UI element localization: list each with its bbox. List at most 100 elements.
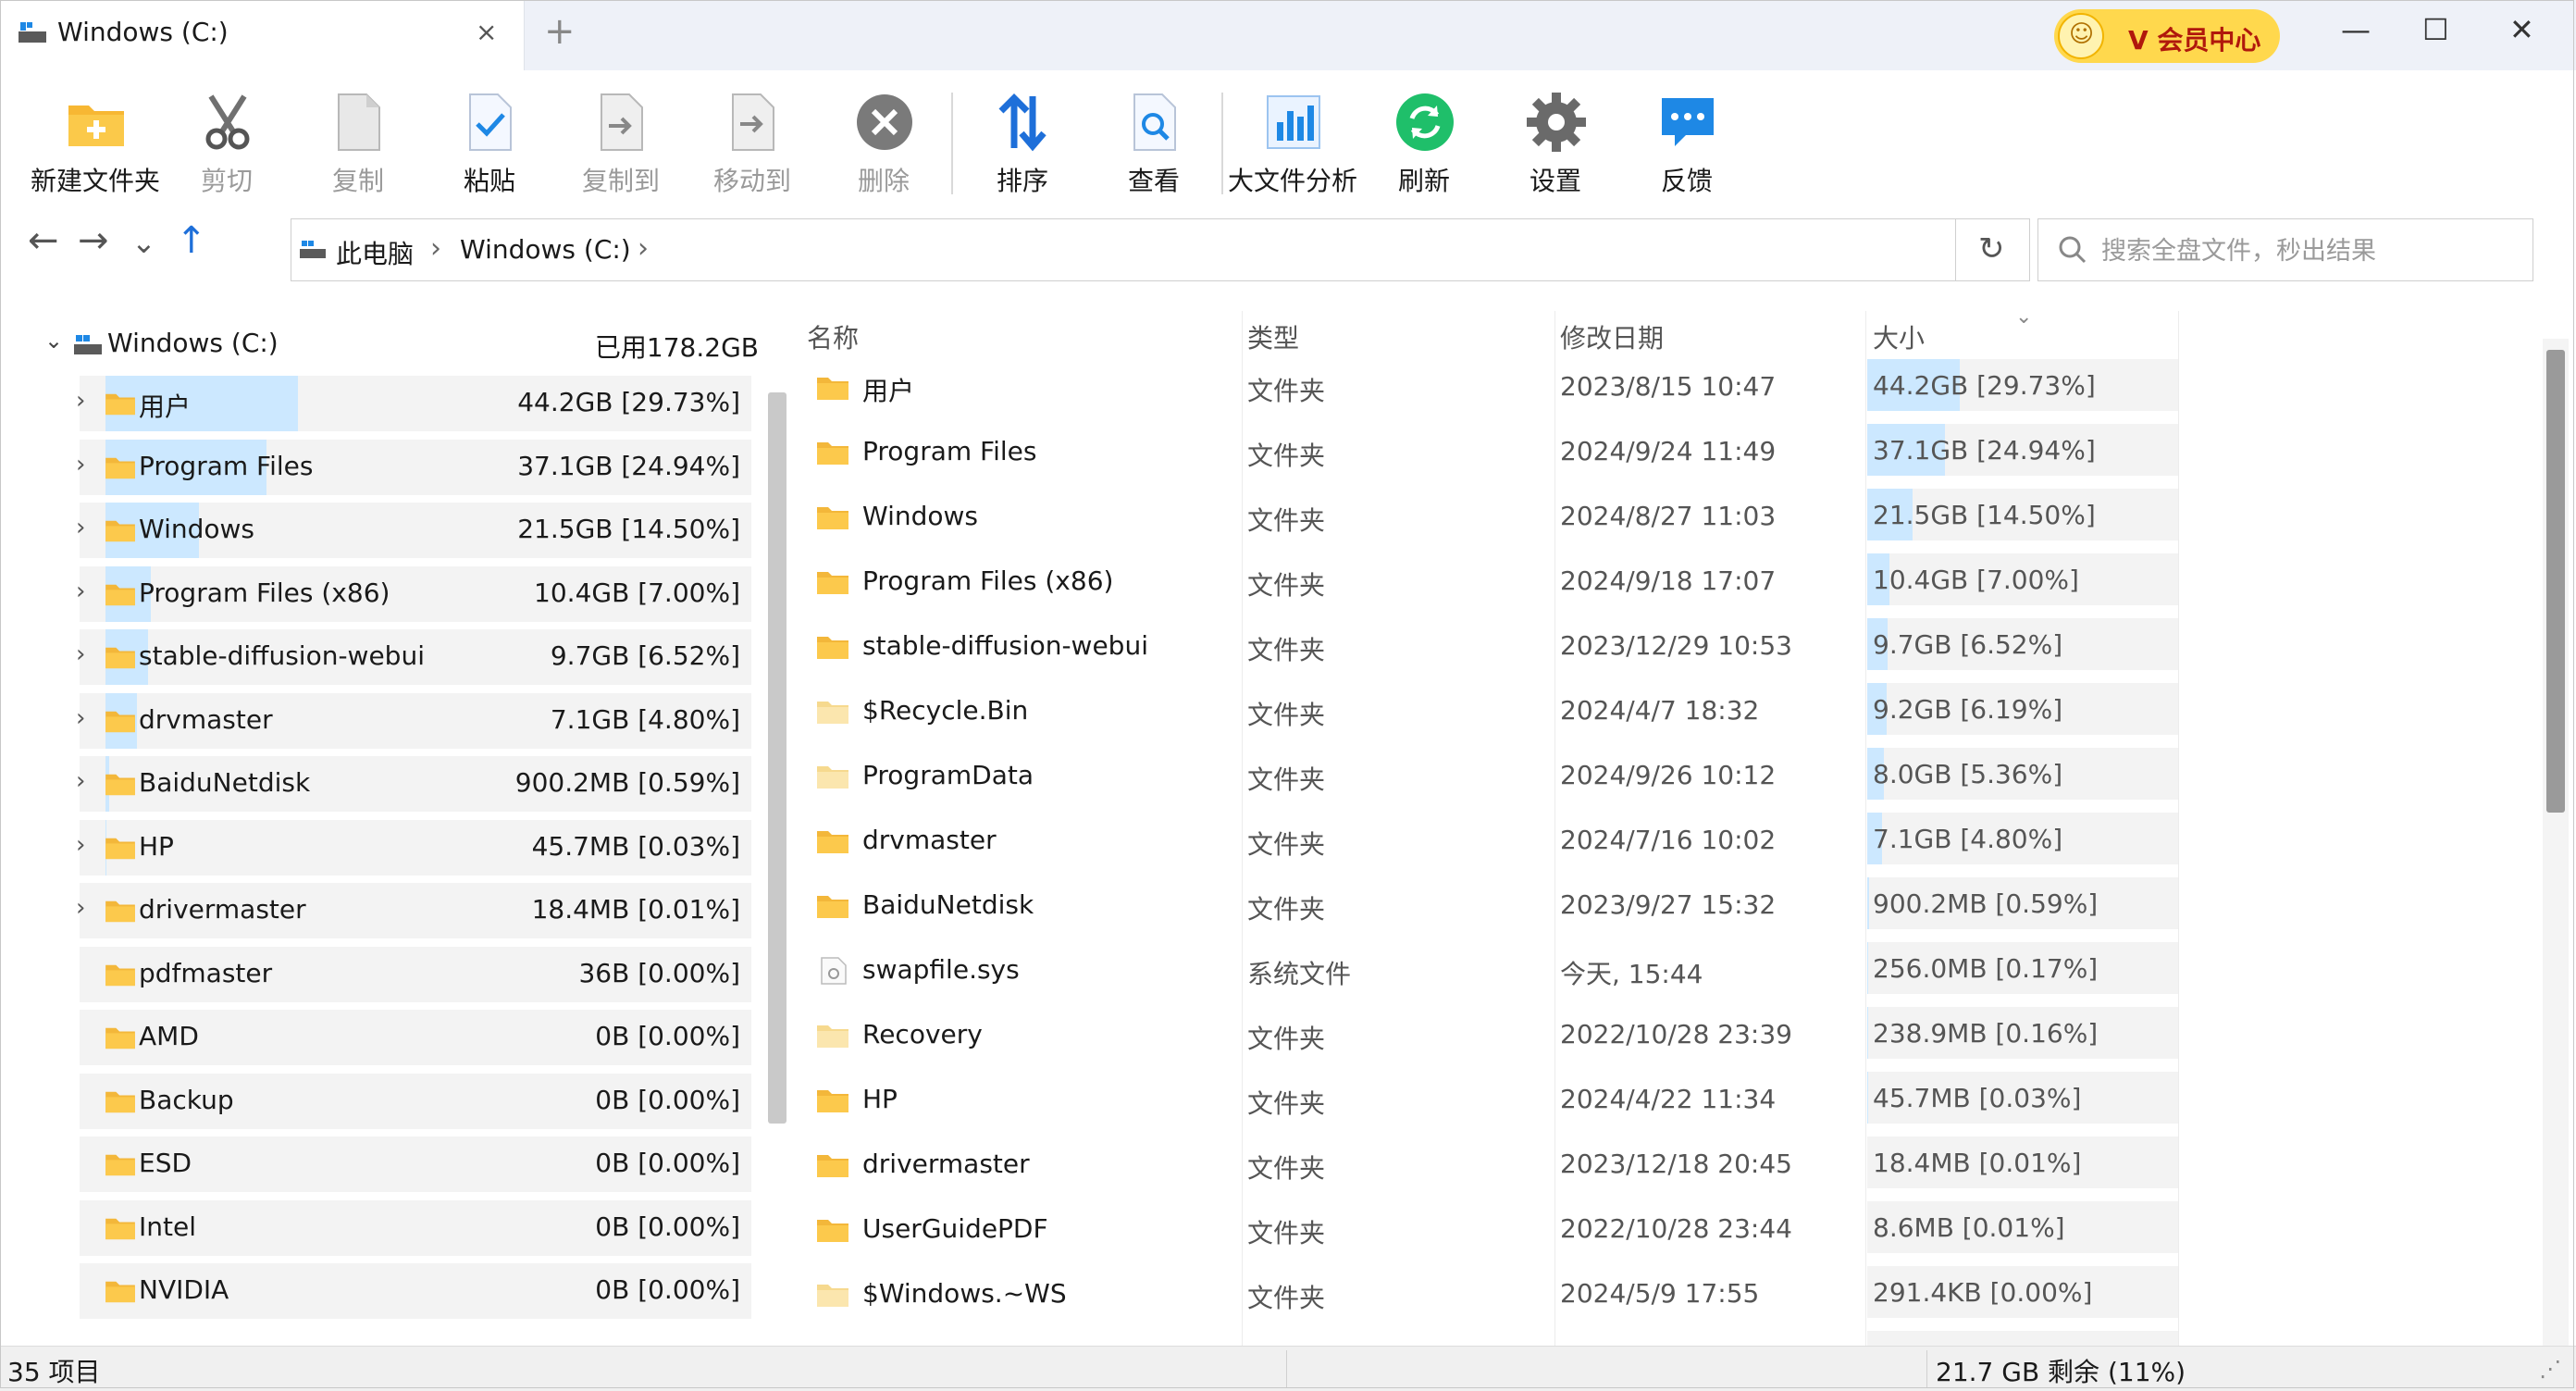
vip-center-button[interactable]: ☺ V 会员中心 xyxy=(2054,9,2280,63)
tree-item-name: drvmaster xyxy=(139,704,273,735)
new-tab-button[interactable]: + xyxy=(544,13,576,50)
tree-item-size: 0B [0.00%] xyxy=(595,1274,740,1305)
settings-label: 设置 xyxy=(1486,161,1625,198)
scissors-icon xyxy=(196,91,259,154)
maximize-button[interactable]: ☐ xyxy=(2422,15,2449,44)
expand-chevron-icon[interactable]: › xyxy=(76,578,85,605)
copy-button[interactable]: 复制 xyxy=(289,87,427,198)
list-row[interactable]: drvmaster文件夹2024/7/16 10:027.1GB [4.80%] xyxy=(803,813,2543,870)
address-bar[interactable]: 此电脑 › Windows (C:) › xyxy=(291,218,1956,281)
size-cell: 900.2MB [0.59%] xyxy=(1867,877,2178,929)
column-header-type[interactable]: 类型 xyxy=(1247,318,1299,355)
tree-item[interactable]: ›Program Files37.1GB [24.94%] xyxy=(80,440,751,495)
list-row[interactable]: HP文件夹2024/4/22 11:3445.7MB [0.03%] xyxy=(803,1072,2543,1129)
resize-grip-icon[interactable]: ⋰ xyxy=(2539,1356,2561,1382)
tree-item[interactable]: Intel0B [0.00%] xyxy=(80,1200,751,1256)
list-row[interactable]: 用户文件夹2023/8/15 10:4744.2GB [29.73%] xyxy=(803,359,2543,416)
tree-item-size: 44.2GB [29.73%] xyxy=(517,387,740,417)
tree-item[interactable]: ›BaiduNetdisk900.2MB [0.59%] xyxy=(80,756,751,812)
breadcrumb-windows-c[interactable]: Windows (C:) xyxy=(460,234,631,265)
tab-windows-c[interactable]: Windows (C:) × xyxy=(0,0,525,70)
drive-icon xyxy=(17,19,48,46)
folder-icon xyxy=(816,827,849,855)
paste-button[interactable]: 粘贴 xyxy=(420,87,559,198)
expand-chevron-icon[interactable]: › xyxy=(76,640,85,668)
minimize-button[interactable]: — xyxy=(2341,15,2371,44)
up-button[interactable]: ↑ xyxy=(176,222,207,259)
view-button[interactable]: 查看 xyxy=(1084,87,1223,198)
tree-item[interactable]: ›stable-diffusion-webui9.7GB [6.52%] xyxy=(80,629,751,685)
list-row[interactable]: swapfile.sys系统文件今天, 15:44256.0MB [0.17%] xyxy=(803,942,2543,1000)
list-row[interactable]: ProgramData文件夹2024/9/26 10:128.0GB [5.36… xyxy=(803,748,2543,805)
column-header-date[interactable]: 修改日期 xyxy=(1560,318,1664,355)
list-row[interactable]: Program Files (x86)文件夹2024/9/18 17:0710.… xyxy=(803,553,2543,611)
sort-descending-icon: ⌄ xyxy=(2015,305,2032,329)
delete-button[interactable]: 删除 xyxy=(814,87,953,198)
tree-item[interactable]: Backup0B [0.00%] xyxy=(80,1074,751,1129)
tree-item[interactable]: ESD0B [0.00%] xyxy=(80,1136,751,1192)
list-scrollbar-thumb[interactable] xyxy=(2546,350,2565,813)
tree-item[interactable]: AMD0B [0.00%] xyxy=(80,1010,751,1065)
tree-item[interactable]: pdfmaster36B [0.00%] xyxy=(80,947,751,1002)
new-folder-button[interactable]: 新建文件夹 xyxy=(26,87,165,198)
list-row[interactable]: Recovery文件夹2022/10/28 23:39238.9MB [0.16… xyxy=(803,1007,2543,1064)
collapse-chevron-icon[interactable]: ⌄ xyxy=(44,328,63,354)
refresh-button[interactable]: 刷新 xyxy=(1355,87,1493,198)
tab-close-icon[interactable]: × xyxy=(476,17,497,47)
expand-chevron-icon[interactable]: › xyxy=(76,704,85,732)
tree-item[interactable]: ›Windows21.5GB [14.50%] xyxy=(80,503,751,558)
move-to-button[interactable]: 移动到 xyxy=(683,87,822,198)
close-window-button[interactable]: ✕ xyxy=(2509,15,2534,44)
drive-icon xyxy=(72,331,104,357)
folder-icon xyxy=(816,1216,849,1244)
search-input[interactable] xyxy=(2099,230,2510,271)
big-file-analysis-button[interactable]: 大文件分析 xyxy=(1223,87,1362,198)
list-row[interactable]: BaiduNetdisk 文件夹 2023/9/27 15:32 900.2MB [0… xyxy=(803,877,2543,935)
expand-chevron-icon[interactable]: › xyxy=(76,387,85,415)
address-refresh-button[interactable]: ↻ xyxy=(1956,218,2030,281)
settings-button[interactable]: 设置 xyxy=(1486,87,1625,198)
back-button[interactable]: ← xyxy=(28,222,59,259)
list-row[interactable]: $Recycle.Bin文件夹2024/4/7 18:329.2GB [6.19… xyxy=(803,683,2543,740)
list-item-size: 900.2MB [0.59%] xyxy=(1873,888,2098,919)
copy-to-button[interactable]: 复制到 xyxy=(551,87,690,198)
list-row[interactable]: Program Files文件夹2024/9/24 11:4937.1GB [2… xyxy=(803,424,2543,481)
list-row[interactable]: $Windows.~WS文件夹2024/5/9 17:55291.4KB [0.… xyxy=(803,1266,2543,1323)
column-header-size[interactable]: 大小 xyxy=(1873,318,1925,355)
expand-chevron-icon[interactable]: › xyxy=(76,894,85,922)
feedback-button[interactable]: 反馈 xyxy=(1617,87,1756,198)
tree-item[interactable]: ›Program Files (x86)10.4GB [7.00%] xyxy=(80,566,751,622)
list-row[interactable]: UserGuidePDF文件夹2022/10/28 23:448.6MB [0.… xyxy=(803,1201,2543,1259)
list-row[interactable]: $SysReset文件夹2024/7/25 12:06257.0KB [0.00… xyxy=(803,1331,2543,1346)
list-row[interactable]: Windows文件夹2024/8/27 11:0321.5GB [14.50%] xyxy=(803,489,2543,546)
list-item-size: 238.9MB [0.16%] xyxy=(1873,1018,2098,1049)
tree-scrollbar[interactable] xyxy=(768,392,786,1124)
cut-button[interactable]: 剪切 xyxy=(157,87,296,198)
tree-item[interactable]: ›drivermaster18.4MB [0.01%] xyxy=(80,883,751,938)
forward-button[interactable]: → xyxy=(78,222,109,259)
tree-root-name: Windows (C:) xyxy=(107,328,279,358)
list-row[interactable]: stable-diffusion-webui文件夹2023/12/29 10:5… xyxy=(803,618,2543,676)
expand-chevron-icon[interactable]: › xyxy=(76,451,85,478)
column-header-name[interactable]: 名称 xyxy=(807,318,859,355)
list-item-type: 文件夹 xyxy=(1247,889,1325,926)
recent-locations-button[interactable]: ⌄ xyxy=(131,228,156,257)
list-item-type: 文件夹 xyxy=(1247,1084,1325,1121)
list-item-name: BaiduNetdisk xyxy=(862,889,1034,920)
breadcrumb-this-pc[interactable]: 此电脑 xyxy=(336,234,414,271)
tree-item[interactable]: ›用户44.2GB [29.73%] xyxy=(80,376,751,431)
list-item-date: 2023/9/27 15:32 xyxy=(1560,889,1776,920)
search-box[interactable] xyxy=(2037,218,2533,281)
tree-item[interactable]: NVIDIA0B [0.00%] xyxy=(80,1263,751,1319)
tree-item[interactable]: ›HP45.7MB [0.03%] xyxy=(80,820,751,876)
list-item-size: 44.2GB [29.73%] xyxy=(1873,370,2096,401)
expand-chevron-icon[interactable]: › xyxy=(76,514,85,541)
list-item-type: 文件夹 xyxy=(1247,1213,1325,1250)
tree-item[interactable]: ›drvmaster7.1GB [4.80%] xyxy=(80,693,751,749)
expand-chevron-icon[interactable]: › xyxy=(76,831,85,859)
list-row[interactable]: drivermaster文件夹2023/12/18 20:4518.4MB [0… xyxy=(803,1136,2543,1194)
tree-root-drive[interactable]: ⌄ Windows (C:) 已用178.2GB xyxy=(0,311,759,376)
sort-button[interactable]: 排序 xyxy=(953,87,1092,198)
expand-chevron-icon[interactable]: › xyxy=(76,767,85,795)
tree-item-name: ESD xyxy=(139,1148,192,1178)
